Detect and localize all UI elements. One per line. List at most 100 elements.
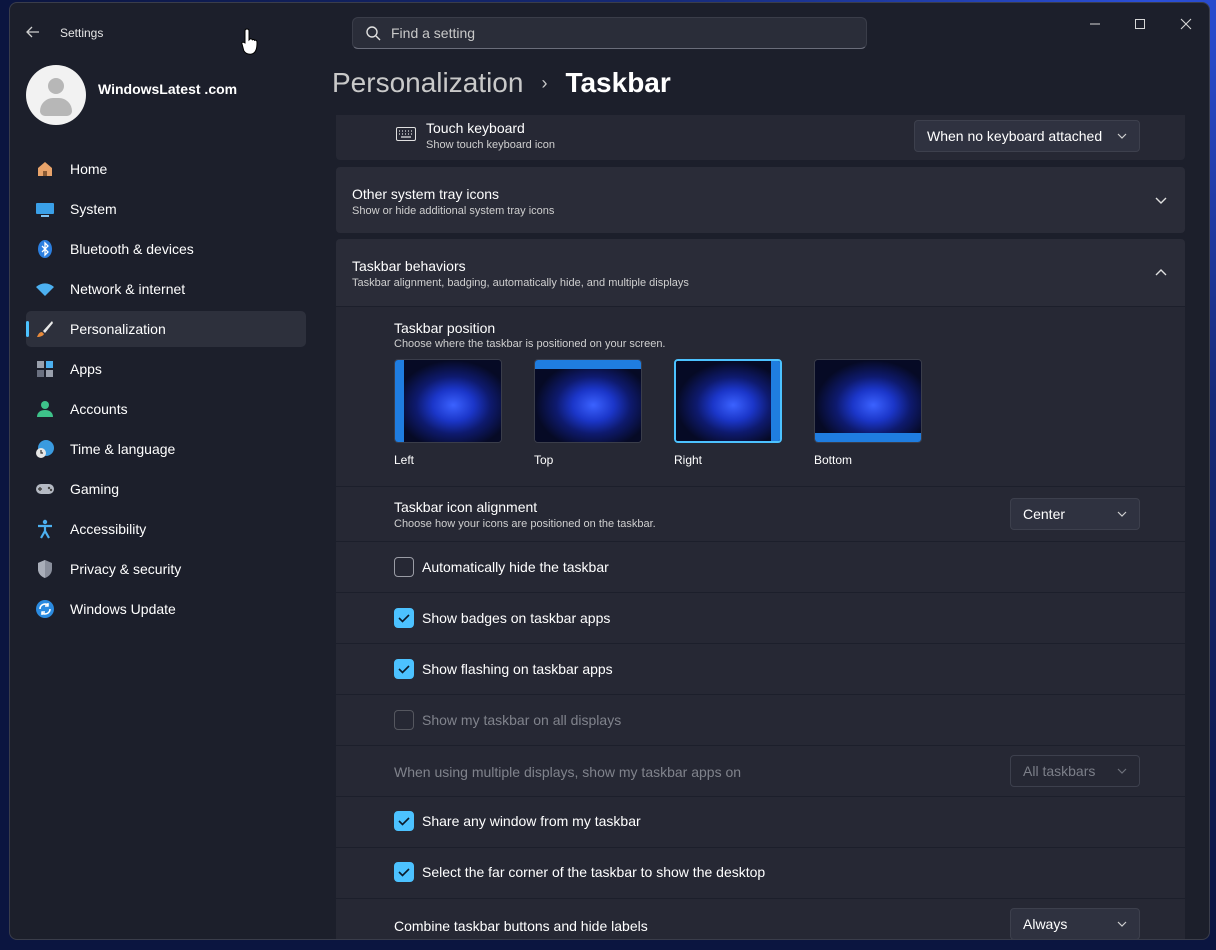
far-corner-row: Select the far corner of the taskbar to …: [336, 847, 1185, 898]
sidebar-item-windows-update[interactable]: Windows Update: [26, 591, 306, 627]
sidebar-item-network[interactable]: Network & internet: [26, 271, 306, 307]
auto-hide-label: Automatically hide the taskbar: [422, 559, 609, 575]
back-button[interactable]: [22, 21, 44, 43]
page-title: Taskbar: [565, 67, 671, 98]
back-arrow-icon: [26, 26, 39, 38]
sidebar-item-accessibility[interactable]: Accessibility: [26, 511, 306, 547]
position-option-top[interactable]: [534, 359, 642, 443]
touch-keyboard-title: Touch keyboard: [426, 120, 525, 136]
taskbar-preview: [535, 360, 641, 369]
position-option-bottom[interactable]: [814, 359, 922, 443]
avatar: [26, 65, 86, 125]
dropdown-value: When no keyboard attached: [927, 128, 1103, 144]
dropdown-value: Always: [1023, 916, 1068, 932]
touch-keyboard-dropdown[interactable]: When no keyboard attached: [914, 120, 1140, 152]
touch-keyboard-row: Touch keyboard Show touch keyboard icon …: [336, 115, 1185, 160]
breadcrumb-parent[interactable]: Personalization: [332, 67, 523, 98]
profile-name: WindowsLatest .com: [98, 81, 238, 97]
sidebar-item-accounts[interactable]: Accounts: [26, 391, 306, 427]
dropdown-value: All taskbars: [1023, 763, 1096, 779]
shield-icon: [34, 558, 56, 580]
combine-label: Combine taskbar buttons and hide labels: [394, 918, 648, 934]
alignment-dropdown[interactable]: Center: [1010, 498, 1140, 530]
avatar-body: [40, 98, 72, 116]
icon-alignment-row: Taskbar icon alignment Choose how your i…: [336, 486, 1185, 541]
sidebar-item-label: Network & internet: [70, 281, 186, 297]
checkmark-icon: [398, 817, 410, 826]
search-input[interactable]: [391, 18, 851, 48]
breadcrumb-separator: ›: [541, 73, 548, 93]
wifi-icon: [34, 278, 56, 300]
sidebar-item-label: Personalization: [70, 321, 166, 337]
taskbar-behaviors-header[interactable]: Taskbar behaviors Taskbar alignment, bad…: [336, 239, 1185, 306]
position-label: Bottom: [814, 453, 853, 467]
sidebar-item-label: Gaming: [70, 481, 120, 497]
hand-cursor-icon: [241, 28, 258, 55]
sidebar-item-home[interactable]: Home: [26, 151, 306, 187]
account-icon: [34, 398, 56, 420]
gamepad-icon: [34, 478, 56, 500]
position-label: Left: [394, 453, 415, 467]
wallpaper-thumbnail: [395, 360, 501, 442]
behaviors-title: Taskbar behaviors: [352, 258, 466, 274]
chevron-down-icon: [1117, 768, 1127, 774]
sidebar-item-personalization[interactable]: Personalization: [26, 311, 306, 347]
sidebar-item-bluetooth[interactable]: Bluetooth & devices: [26, 231, 306, 267]
maximize-button[interactable]: [1118, 11, 1162, 39]
update-icon: [34, 598, 56, 620]
wallpaper-thumbnail: [815, 360, 921, 442]
badges-checkbox[interactable]: [394, 608, 414, 628]
sidebar-item-privacy[interactable]: Privacy & security: [26, 551, 306, 587]
badges-row: Show badges on taskbar apps: [336, 592, 1185, 643]
dropdown-value: Center: [1023, 506, 1066, 522]
sidebar-item-apps[interactable]: Apps: [26, 351, 306, 387]
sidebar-item-label: Home: [70, 161, 108, 177]
sidebar-item-label: Windows Update: [70, 601, 176, 617]
other-tray-icons-card[interactable]: Other system tray icons Show or hide add…: [336, 167, 1185, 233]
far-corner-label: Select the far corner of the taskbar to …: [422, 864, 766, 880]
chevron-down-icon: [1117, 133, 1127, 139]
flashing-checkbox[interactable]: [394, 659, 414, 679]
taskbar-preview: [815, 433, 921, 442]
share-window-row: Share any window from my taskbar: [336, 796, 1185, 847]
app-title: Settings: [60, 26, 104, 40]
alignment-subtitle: Choose how your icons are positioned on …: [394, 518, 656, 530]
share-window-checkbox[interactable]: [394, 811, 414, 831]
all-displays-label: Show my taskbar on all displays: [422, 712, 622, 728]
system-icon: [34, 198, 56, 220]
sidebar-item-label: System: [70, 201, 117, 217]
far-corner-checkbox[interactable]: [394, 862, 414, 882]
auto-hide-checkbox[interactable]: [394, 557, 414, 577]
sidebar-item-gaming[interactable]: Gaming: [26, 471, 306, 507]
multi-display-dropdown[interactable]: All taskbars: [1010, 755, 1140, 787]
apps-icon: [34, 358, 56, 380]
all-displays-checkbox[interactable]: [394, 710, 414, 730]
home-icon: [34, 158, 56, 180]
sidebar-item-label: Apps: [70, 361, 102, 377]
search-icon: [366, 26, 381, 41]
bluetooth-icon: [34, 238, 56, 260]
taskbar-position-section: Taskbar position Choose where the taskba…: [336, 306, 1185, 486]
minimize-button[interactable]: [1073, 11, 1117, 39]
sidebar-item-label: Bluetooth & devices: [70, 241, 194, 257]
combine-buttons-row: Combine taskbar buttons and hide labels …: [336, 898, 1185, 939]
flashing-row: Show flashing on taskbar apps: [336, 643, 1185, 694]
search-box[interactable]: [352, 17, 867, 49]
sidebar-item-time-language[interactable]: Time & language: [26, 431, 306, 467]
position-subtitle: Choose where the taskbar is positioned o…: [394, 338, 666, 350]
sidebar-item-label: Time & language: [70, 441, 176, 457]
chevron-down-icon: [1117, 921, 1127, 927]
combine-dropdown[interactable]: Always: [1010, 908, 1140, 939]
sidebar-item-system[interactable]: System: [26, 191, 306, 227]
other-tray-title: Other system tray icons: [352, 186, 500, 202]
flashing-label: Show flashing on taskbar apps: [422, 661, 613, 677]
checkmark-icon: [398, 614, 410, 623]
position-label: Top: [534, 453, 554, 467]
user-profile[interactable]: WindowsLatest .com: [26, 65, 326, 131]
breadcrumb: Personalization › Taskbar: [332, 67, 671, 99]
maximize-icon: [1135, 19, 1145, 29]
close-button[interactable]: [1164, 11, 1208, 39]
position-option-right[interactable]: [674, 359, 782, 443]
sidebar-item-label: Privacy & security: [70, 561, 182, 577]
position-option-left[interactable]: [394, 359, 502, 443]
